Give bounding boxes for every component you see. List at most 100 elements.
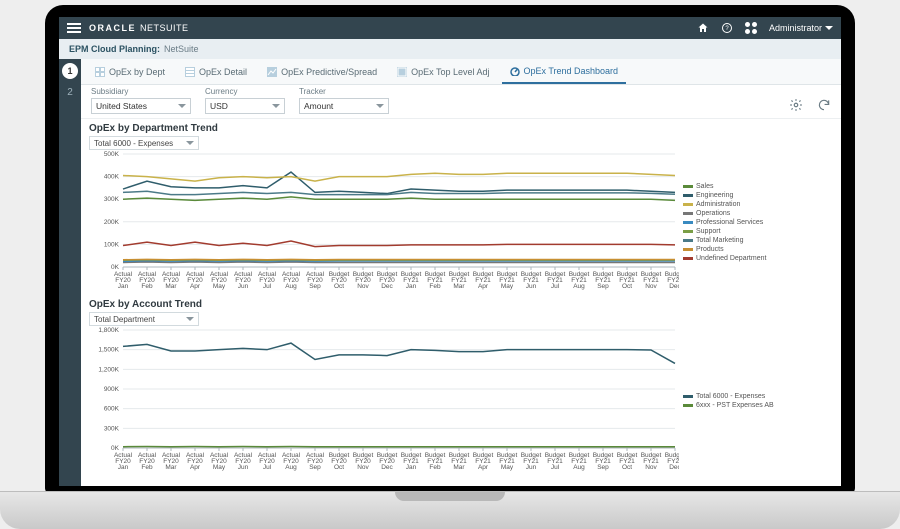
- rail-step-2[interactable]: 2: [67, 87, 73, 98]
- svg-text:500K: 500K: [104, 151, 120, 158]
- svg-text:BudgetFY21Jun: BudgetFY21Jun: [521, 271, 542, 290]
- svg-text:ActualFY20May: ActualFY20May: [210, 271, 229, 290]
- svg-text:100K: 100K: [104, 241, 120, 248]
- svg-text:BudgetFY20Dec: BudgetFY20Dec: [377, 271, 398, 290]
- svg-text:BudgetFY21Apr: BudgetFY21Apr: [473, 271, 494, 290]
- svg-text:200K: 200K: [104, 219, 120, 226]
- chart2-selector[interactable]: Total Department: [89, 312, 199, 326]
- chart1-selector[interactable]: Total 6000 - Expenses: [89, 136, 199, 150]
- legend-label: Sales: [696, 183, 714, 190]
- home-icon[interactable]: [697, 22, 709, 34]
- tab-opex-trend-dashboard[interactable]: OpEx Trend Dashboard: [502, 59, 627, 84]
- svg-text:900K: 900K: [104, 386, 120, 393]
- svg-text:400K: 400K: [104, 174, 120, 181]
- filter-label-tracker: Tracker: [299, 87, 389, 96]
- svg-text:BudgetFY21Jul: BudgetFY21Jul: [545, 271, 566, 290]
- tracker-select[interactable]: Amount: [299, 98, 389, 114]
- svg-text:BudgetFY20Nov: BudgetFY20Nov: [353, 452, 374, 471]
- legend-label: Total 6000 - Expenses: [696, 393, 765, 400]
- legend-label: Operations: [696, 210, 730, 217]
- help-icon[interactable]: ?: [721, 22, 733, 34]
- legend-swatch: [683, 212, 693, 215]
- svg-text:ActualFY20Jun: ActualFY20Jun: [234, 452, 253, 471]
- svg-text:ActualFY20Jun: ActualFY20Jun: [234, 271, 253, 290]
- legend-item: Total Marketing: [683, 237, 774, 244]
- svg-text:BudgetFY21Oct: BudgetFY21Oct: [617, 271, 638, 290]
- tab-opex-predictive[interactable]: OpEx Predictive/Spread: [259, 59, 385, 84]
- svg-text:ActualFY20Mar: ActualFY20Mar: [162, 271, 181, 290]
- currency-select[interactable]: USD: [205, 98, 285, 114]
- apps-icon[interactable]: [745, 22, 757, 34]
- svg-text:ActualFY20Jan: ActualFY20Jan: [114, 271, 133, 290]
- svg-text:BudgetFY21Jan: BudgetFY21Jan: [401, 452, 422, 471]
- svg-text:BudgetFY21Jan: BudgetFY21Jan: [401, 271, 422, 290]
- laptop-frame: ORACLE NETSUITE ? Administrator EPM Clou…: [0, 0, 900, 529]
- tracker-value: Amount: [304, 101, 333, 111]
- svg-text:BudgetFY21Apr: BudgetFY21Apr: [473, 452, 494, 471]
- legend-item: Total 6000 - Expenses: [683, 393, 774, 400]
- chevron-down-icon: [186, 317, 194, 321]
- subsidiary-value: United States: [96, 101, 147, 111]
- user-label: Administrator: [769, 23, 822, 33]
- svg-text:ActualFY20Jul: ActualFY20Jul: [258, 452, 277, 471]
- legend-swatch: [683, 221, 693, 224]
- chevron-down-icon: [272, 104, 280, 108]
- svg-text:BudgetFY21Aug: BudgetFY21Aug: [569, 271, 590, 290]
- legend-item: Administration: [683, 201, 774, 208]
- svg-text:BudgetFY21Mar: BudgetFY21Mar: [449, 452, 470, 471]
- svg-text:BudgetFY21Mar: BudgetFY21Mar: [449, 271, 470, 290]
- refresh-icon[interactable]: [817, 98, 831, 112]
- user-menu[interactable]: Administrator: [769, 23, 833, 33]
- svg-text:BudgetFY20Oct: BudgetFY20Oct: [329, 271, 350, 290]
- legend-swatch: [683, 194, 693, 197]
- chart2-title: OpEx by Account Trend: [89, 299, 833, 310]
- brand-logo: ORACLE NETSUITE: [89, 23, 189, 33]
- svg-text:600K: 600K: [104, 406, 120, 413]
- svg-text:ActualFY20Feb: ActualFY20Feb: [138, 271, 157, 290]
- rail-step-1[interactable]: 1: [62, 63, 78, 79]
- svg-text:BudgetFY21Dec: BudgetFY21Dec: [665, 452, 679, 471]
- legend-swatch: [683, 230, 693, 233]
- svg-text:BudgetFY21May: BudgetFY21May: [497, 271, 518, 290]
- svg-text:BudgetFY21Oct: BudgetFY21Oct: [617, 452, 638, 471]
- legend-swatch: [683, 248, 693, 251]
- svg-text:300K: 300K: [104, 196, 120, 203]
- svg-text:BudgetFY21Aug: BudgetFY21Aug: [569, 452, 590, 471]
- settings-icon[interactable]: [789, 98, 803, 112]
- filter-label-currency: Currency: [205, 87, 285, 96]
- subsidiary-select[interactable]: United States: [91, 98, 191, 114]
- grid-icon: [185, 67, 195, 77]
- svg-text:BudgetFY21Jun: BudgetFY21Jun: [521, 452, 542, 471]
- svg-text:ActualFY20Aug: ActualFY20Aug: [282, 452, 301, 471]
- filters-row: Subsidiary United States Currency USD: [81, 85, 841, 119]
- svg-text:ActualFY20Sep: ActualFY20Sep: [306, 271, 325, 290]
- legend-swatch: [683, 395, 693, 398]
- chart2-plot: 0K300K600K900K1,200K1,500K1,800KActualFY…: [89, 326, 679, 476]
- legend-label: Undefined Department: [696, 255, 766, 262]
- legend-item: Professional Services: [683, 219, 774, 226]
- chart1-legend: Sales Engineering Administration Operations…: [679, 150, 774, 295]
- chart1-title: OpEx by Department Trend: [89, 123, 833, 134]
- svg-text:BudgetFY20Oct: BudgetFY20Oct: [329, 452, 350, 471]
- hamburger-icon[interactable]: [67, 23, 81, 33]
- tab-label: OpEx Trend Dashboard: [524, 66, 619, 76]
- left-rail: 1 2: [59, 59, 81, 486]
- tab-opex-detail[interactable]: OpEx Detail: [177, 59, 255, 84]
- svg-text:ActualFY20May: ActualFY20May: [210, 452, 229, 471]
- tab-opex-top-level-adj[interactable]: OpEx Top Level Adj: [389, 59, 497, 84]
- tab-opex-by-dept[interactable]: OpEx by Dept: [87, 59, 173, 84]
- chevron-down-icon: [825, 26, 833, 30]
- legend-label: Professional Services: [696, 219, 763, 226]
- laptop-bezel: ORACLE NETSUITE ? Administrator EPM Clou…: [45, 5, 855, 494]
- legend-swatch: [683, 185, 693, 188]
- legend-label: Engineering: [696, 192, 733, 199]
- legend-swatch: [683, 203, 693, 206]
- legend-label: Products: [696, 246, 724, 253]
- svg-text:1,200K: 1,200K: [98, 366, 119, 373]
- tab-label: OpEx Predictive/Spread: [281, 67, 377, 77]
- chevron-down-icon: [376, 104, 384, 108]
- tabs: OpEx by Dept OpEx Detail OpEx Predictive…: [81, 59, 841, 85]
- chart-opex-by-account: OpEx by Account Trend Total Department 0…: [89, 299, 833, 476]
- legend-label: Support: [696, 228, 721, 235]
- svg-text:ActualFY20Apr: ActualFY20Apr: [186, 452, 205, 471]
